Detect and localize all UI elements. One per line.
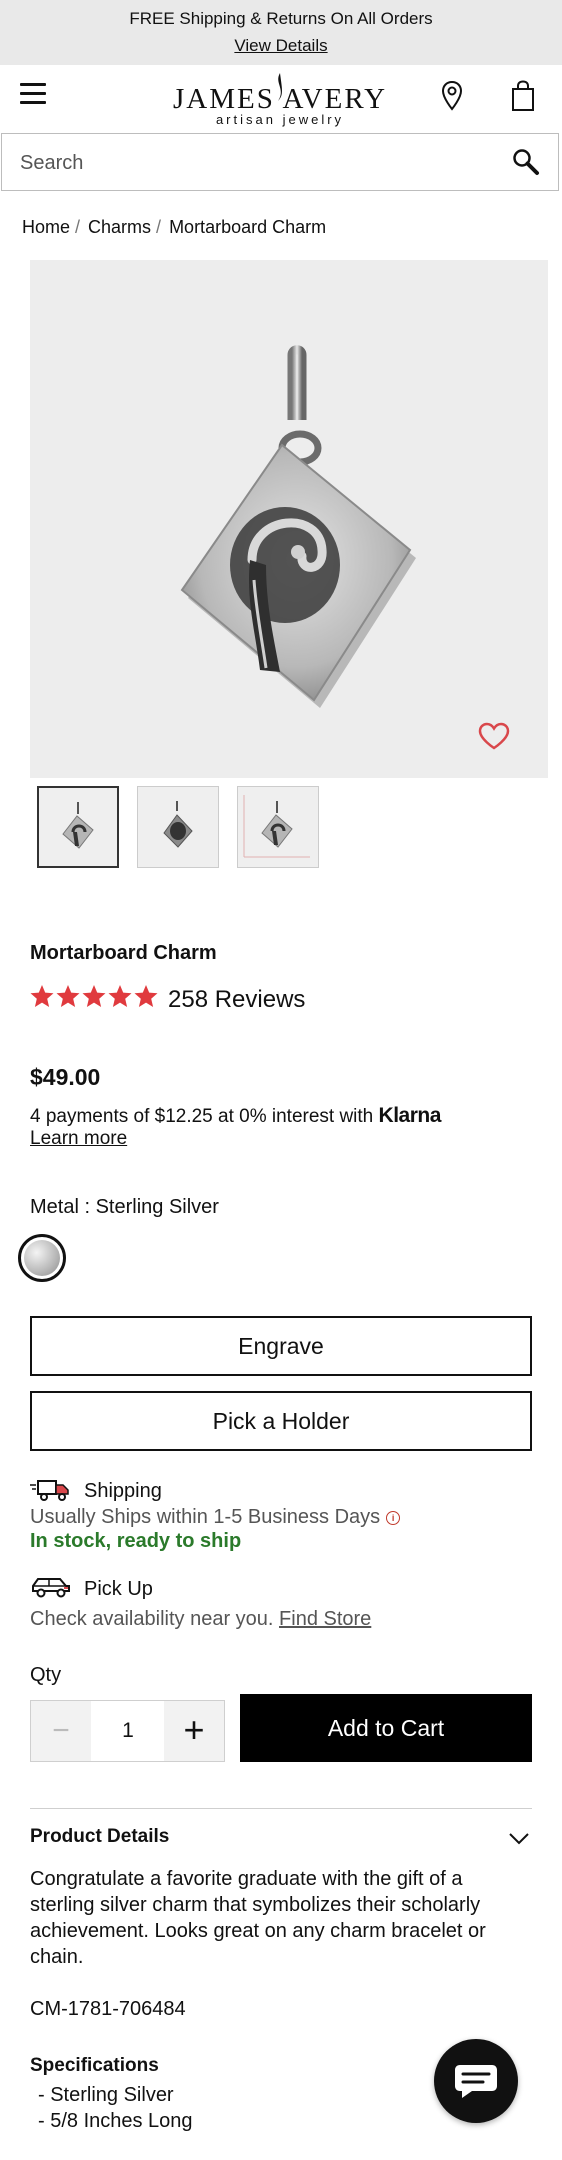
store-location-icon[interactable]: [442, 81, 462, 111]
product-price: $49.00: [30, 1064, 101, 1090]
product-title: Mortarboard Charm: [30, 942, 217, 964]
info-icon[interactable]: i: [386, 1511, 401, 1525]
add-to-cart-button[interactable]: Add to Cart: [240, 1694, 532, 1762]
learn-more-link[interactable]: Learn more: [30, 1128, 127, 1150]
breadcrumb: Home / Charms / Mortarboard Charm: [22, 217, 326, 238]
klarna-message: 4 payments of $12.25 at 0% interest with…: [30, 1104, 441, 1128]
star-icon: [30, 985, 54, 1007]
product-sku: CM-1781-706484: [30, 1998, 186, 2020]
site-header: JAMES AVERY artisan jewelry: [0, 65, 562, 133]
klarna-logo: Klarna: [378, 1104, 442, 1127]
search-icon[interactable]: [512, 148, 540, 176]
pick-holder-button[interactable]: Pick a Holder: [30, 1391, 532, 1451]
view-details-link[interactable]: View Details: [0, 36, 562, 56]
shipping-detail: Usually Ships within 1-5 Business Days: [30, 1506, 381, 1528]
engrave-button[interactable]: Engrave: [30, 1316, 532, 1376]
shipping-detail-row: Usually Ships within 1-5 Business Days i: [30, 1506, 401, 1529]
chat-button[interactable]: [434, 2039, 518, 2123]
promo-text: FREE Shipping & Returns On All Orders: [129, 9, 433, 28]
shipping-title: Shipping: [84, 1480, 162, 1502]
pickup-row: Pick Up: [30, 1578, 330, 1604]
breadcrumb-current: Mortarboard Charm: [169, 217, 327, 237]
pickup-detail: Check availability near you.: [30, 1608, 274, 1630]
shipping-truck-icon: [30, 1480, 69, 1501]
breadcrumb-charms[interactable]: Charms: [88, 217, 151, 237]
logo[interactable]: JAMES AVERY artisan jewelry: [170, 71, 390, 129]
logo-tagline: artisan jewelry: [215, 112, 345, 127]
menu-icon[interactable]: [20, 83, 46, 105]
thumbnail-2[interactable]: [137, 786, 219, 868]
thumbnail-3[interactable]: [237, 786, 319, 868]
chat-icon: [455, 2065, 497, 2098]
star-icon: [82, 985, 106, 1007]
spec-item: - Sterling Silver: [38, 2084, 174, 2106]
find-store-link[interactable]: Find Store: [279, 1608, 371, 1630]
chevron-down-icon[interactable]: [508, 1832, 530, 1846]
shopping-bag-icon[interactable]: [511, 80, 535, 112]
qty-decrement-button[interactable]: −: [31, 1701, 91, 1761]
shipping-row: Shipping: [30, 1480, 330, 1506]
mortarboard-charm-image: [180, 345, 416, 708]
wishlist-heart-icon[interactable]: [478, 722, 510, 750]
qty-label: Qty: [30, 1664, 62, 1686]
qty-value[interactable]: 1: [91, 1701, 165, 1761]
car-icon: [32, 1578, 70, 1598]
star-rating[interactable]: [30, 984, 158, 1015]
breadcrumb-separator: /: [75, 217, 81, 237]
product-description: Congratulate a favorite graduate with th…: [30, 1868, 486, 1968]
star-icon: [108, 985, 132, 1007]
metal-swatch-sterling-silver[interactable]: [18, 1234, 66, 1282]
specifications-title: Specifications: [30, 2055, 159, 2076]
breadcrumb-separator: /: [156, 217, 162, 237]
specifications-list: - Sterling Silver - 5/8 Inches Long: [38, 2082, 193, 2134]
divider: [30, 1808, 532, 1809]
spec-item: - 5/8 Inches Long: [38, 2110, 193, 2132]
qty-increment-button[interactable]: +: [164, 1701, 224, 1761]
search-input[interactable]: [18, 147, 492, 179]
quantity-stepper: − 1 +: [30, 1700, 225, 1762]
search-bar: [1, 133, 559, 191]
star-icon: [56, 985, 80, 1007]
star-icon: [134, 985, 158, 1007]
breadcrumb-home[interactable]: Home: [22, 217, 70, 237]
product-image[interactable]: [30, 260, 548, 778]
promo-bar: FREE Shipping & Returns On All Orders Vi…: [0, 0, 562, 65]
pickup-title: Pick Up: [84, 1578, 153, 1600]
klarna-text: 4 payments of $12.25 at 0% interest with: [30, 1106, 374, 1127]
pickup-detail-row: Check availability near you. Find Store: [30, 1608, 371, 1631]
product-details-title[interactable]: Product Details: [30, 1826, 169, 1848]
thumbnail-1[interactable]: [37, 786, 119, 868]
metal-label: Metal : Sterling Silver: [30, 1196, 219, 1218]
reviews-link[interactable]: 258 Reviews: [168, 986, 305, 1014]
stock-status: In stock, ready to ship: [30, 1530, 242, 1552]
